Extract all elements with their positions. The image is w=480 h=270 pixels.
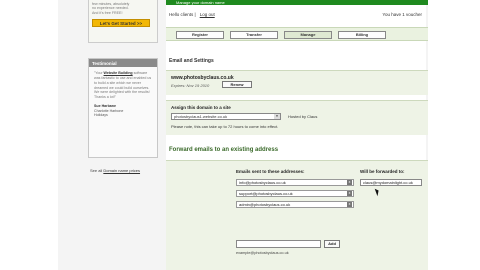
forward-to-input[interactable]: claus@mydomainlight.co.uk (360, 179, 422, 186)
greeting: Hello clients | Log out (169, 12, 215, 17)
example-address: example@photosbyclaus.co.uk (236, 251, 289, 255)
testimonial-box: Testimonial "Your Website Building softw… (88, 58, 158, 158)
top-bar: Manage your domain name (166, 0, 428, 5)
main-content: Manage your domain name Hello clients | L… (166, 0, 428, 270)
hello-text: Hello clients | (169, 12, 196, 17)
promo-box: few minutes, absolutely no experience ne… (88, 0, 158, 43)
website-building-link[interactable]: Website Building (104, 71, 133, 75)
tab-billing[interactable]: Billing (338, 31, 386, 39)
author-company: Charlotte Harbone (94, 108, 124, 113)
new-address-input[interactable] (236, 240, 321, 248)
delete-icon[interactable]: x (347, 180, 352, 185)
testimonial-heading: Testimonial (89, 59, 157, 67)
email-address: info@photosbyclaus.co.uk (239, 180, 286, 185)
author-extra: Holidays (94, 113, 108, 118)
propagation-note: Please note, this can take up to 72 hour… (171, 124, 279, 129)
page-stage: few minutes, absolutely no experience ne… (58, 0, 428, 270)
expiry-date: Expires: Nov 19 2010 (171, 83, 210, 88)
delete-icon[interactable]: x (347, 191, 352, 196)
forward-panel: Emails sent to these addresses: Will be … (166, 160, 428, 270)
get-started-button[interactable]: Let's Get Started >> (92, 19, 150, 28)
addresses-heading: Emails sent to these addresses: (236, 169, 305, 174)
assign-panel: Assign this domain to a site photosbycla… (166, 100, 428, 135)
email-address: support@photosbyclaus.co.uk (239, 191, 293, 196)
see-all-prices: See all Domain name prices (90, 168, 140, 173)
voucher-count: You have 1 voucher (382, 12, 422, 17)
email-settings-title: Email and Settings (169, 58, 214, 64)
testimonial-author: Sue Harbane Charlotte Harbone Holidays (89, 104, 157, 118)
see-all-label: See all (90, 168, 104, 173)
tab-manage[interactable]: Manage (284, 31, 332, 39)
assign-label: Assign this domain to a site (171, 105, 231, 110)
email-address: admin@photosbyclaus.co.uk (239, 202, 291, 207)
email-address-row[interactable]: support@photosbyclaus.co.uk x (236, 190, 354, 197)
email-address-row[interactable]: info@photosbyclaus.co.uk x (236, 179, 354, 186)
quote-text: "Your (94, 71, 104, 75)
author-name: Sue Harbane (94, 104, 116, 109)
domain-prices-link[interactable]: Domain name prices (103, 168, 140, 173)
renew-button[interactable]: Renew (222, 81, 252, 88)
tab-transfer[interactable]: Transfer (230, 31, 278, 39)
delete-icon[interactable]: x (347, 202, 352, 207)
promo-line: And it's free FREE! (92, 10, 123, 15)
hosted-by: Hosted by Claus (288, 114, 318, 119)
email-address-row[interactable]: admin@photosbyclaus.co.uk x (236, 201, 354, 208)
logout-link[interactable]: Log out (200, 12, 215, 17)
site-select[interactable]: photosbyclaus1.website.co.uk ▼ (171, 113, 281, 120)
forward-title: Forward emails to an existing address (169, 147, 279, 153)
quote-text: software was fantastic to use and enable… (94, 71, 152, 100)
forward-to-heading: Will be forwarded to: (360, 169, 405, 174)
site-select-value: photosbyclaus1.website.co.uk (174, 114, 228, 119)
chevron-down-icon: ▼ (274, 114, 280, 119)
add-button[interactable]: Add (324, 240, 340, 248)
tabs-bar: Register Transfer Manage Billing (166, 27, 428, 41)
domain-panel: www.photosbyclaus.co.uk Expires: Nov 19 … (166, 70, 428, 95)
tab-register[interactable]: Register (176, 31, 224, 39)
testimonial-quote: "Your Website Building software was fant… (89, 67, 157, 104)
